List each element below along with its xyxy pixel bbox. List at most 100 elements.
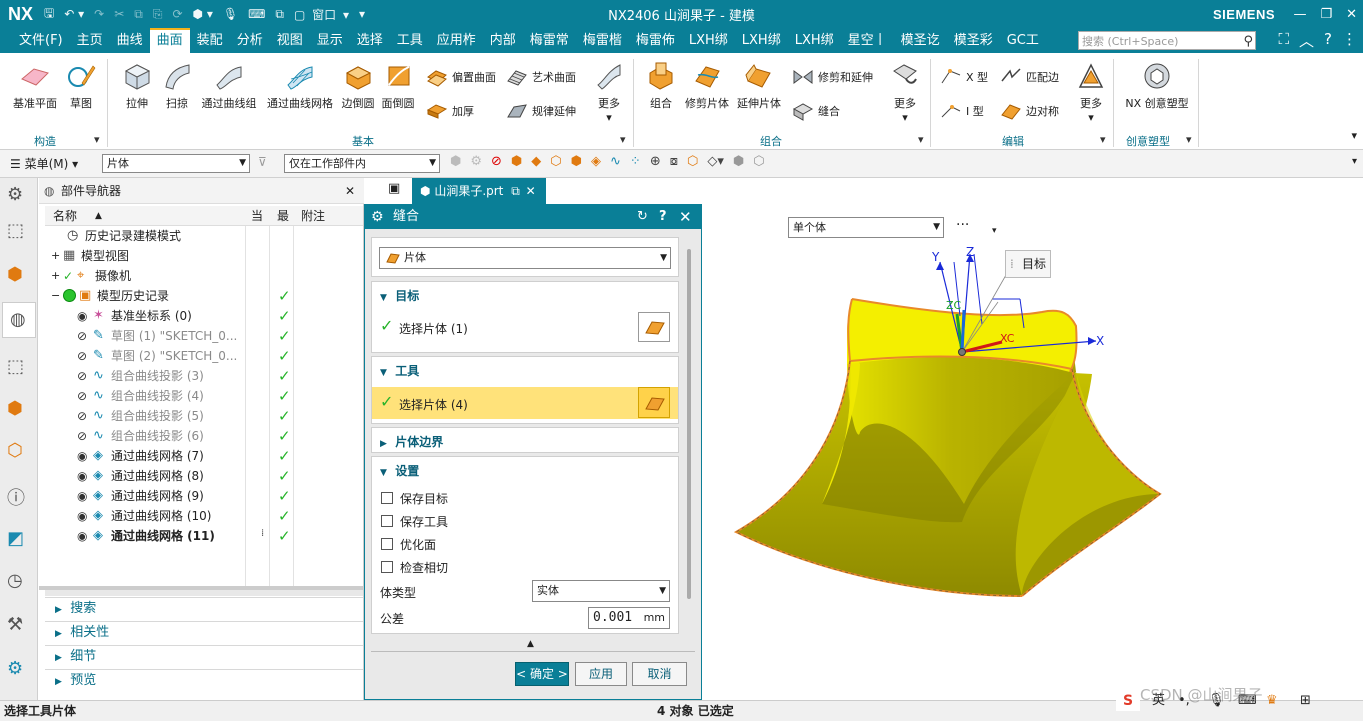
reuse-library-icon[interactable]: ⬚ [7,356,31,380]
sweep-button[interactable]: 扫掠 [162,61,192,111]
tools-icon[interactable]: ⚒ [7,614,31,638]
expand-toggle-icon[interactable]: + [51,266,60,286]
ok-button[interactable]: < 确定 > [515,662,569,686]
tool-select-button[interactable] [638,387,670,418]
scope-select[interactable]: 仅在工作部件内 ▼ [284,154,440,173]
tab-popout-icon[interactable]: ⧉ [511,184,520,198]
unite-button[interactable]: 组合 [644,61,678,111]
select-body-icon[interactable]: ⬢ [450,154,461,169]
navigator-close-icon[interactable]: ✕ [345,178,355,204]
navigator-scrollbar[interactable] [45,590,363,596]
edit-group-dropdown[interactable]: ▾ [1100,133,1106,146]
body-type-select[interactable]: 实体 ▼ [532,580,670,602]
menu-item[interactable]: 选择 [350,28,390,53]
collapse-ribbon-icon[interactable]: ︿ [1299,30,1314,51]
visibility-eye-icon[interactable]: ◉ [77,506,87,526]
menu-item[interactable]: 显示 [310,28,350,53]
menu-item[interactable]: 装配 [190,28,230,53]
trim-sheet-button[interactable]: 修剪片体 [684,61,730,111]
undo-icon[interactable]: ↶ ▾ [61,7,87,21]
menu-item[interactable]: LXH绑 [735,28,788,53]
ime-tools-icon[interactable]: ⊞ [1300,691,1311,711]
tree-row[interactable]: ◉ ◈ 通过曲线网格 (9) ✓ [45,486,363,506]
paste-icon[interactable]: ⎘ [150,7,166,22]
sketch-button[interactable]: 草图 [66,61,96,111]
visibility-eye-icon[interactable]: ◉ [77,446,87,466]
thicken-button[interactable]: 加厚 [426,101,474,121]
section-search[interactable]: ▶ 搜索 [45,597,363,619]
edge-symmetry-button[interactable]: 边对称 [1000,101,1059,121]
combine-group-dropdown[interactable]: ▾ [918,133,924,146]
target-select-label[interactable]: 选择片体 (1) [399,320,468,337]
body-face-icon[interactable]: ⬢ [571,154,582,169]
more-options-icon[interactable]: ⋮ [1342,30,1357,51]
trim-and-extend-button[interactable]: 修剪和延伸 [792,67,873,87]
i-form-button[interactable]: I 型 [940,101,984,121]
switch-window-icon[interactable]: ⧉ [272,7,287,22]
tree-row[interactable]: ◷ 历史记录建模模式 [45,226,363,246]
collapse-dialog-icon[interactable]: ▲ [527,639,534,649]
visibility-eye-icon[interactable]: ⊘ [77,346,87,366]
edge-blend-button[interactable]: 边倒圆 [340,61,376,111]
type-filter-select[interactable]: 片体 ▼ [102,154,250,173]
through-curves-button[interactable]: 通过曲线组 [200,61,258,111]
menu-item[interactable]: 模圣讫 [894,28,947,53]
reset-icon[interactable]: ↻ [637,205,648,229]
tree-row[interactable]: ⊘ ∿ 组合曲线投影 (4) ✓ [45,386,363,406]
menu-item[interactable]: 曲面 [149,28,190,53]
tree-row[interactable]: ⊘ ∿ 组合曲线投影 (6) ✓ [45,426,363,446]
column-name[interactable]: 名称 [53,206,77,226]
graphics-window[interactable]: 单个体 ▼ ··· ▾ Y Z X XC ZC ⁞ 目标 [702,204,1363,700]
visibility-eye-icon[interactable]: ⊘ [77,426,87,446]
sew-button[interactable]: 缝合 [792,101,840,121]
tree-row[interactable]: + ▦ 模型视图 [45,246,363,266]
target-select-button[interactable] [638,312,670,342]
visibility-eye-icon[interactable]: ◉ [77,486,87,506]
keep-tool-checkbox[interactable] [381,515,393,527]
construct-group-dropdown[interactable]: ▾ [94,133,100,146]
basic-group-dropdown[interactable]: ▾ [620,133,626,146]
through-curve-mesh-button[interactable]: 通过曲线网格 [266,61,334,111]
menu-item[interactable]: 主页 [70,28,110,53]
tolerance-input[interactable]: 0.001 mm [588,607,670,629]
history-palette-icon[interactable]: ⓘ [7,484,31,509]
tree-row[interactable]: ⊘ ∿ 组合曲线投影 (3) ✓ [45,366,363,386]
touch-mode-icon[interactable]: ⌨ [245,7,268,21]
clock-icon[interactable]: ◷ [7,570,31,594]
datum-plane-button[interactable]: 基准平面 [10,61,60,111]
tree-row[interactable]: − ▣ 模型历史记录 ✓ [45,286,363,306]
type-select[interactable]: 片体 ▼ [379,247,671,269]
dialog-settings-gear-icon[interactable]: ⚙ [371,205,384,229]
close-icon[interactable]: ✕ [1346,7,1357,22]
command-search-input[interactable]: 搜索 (Ctrl+Space) ⚲ [1078,31,1256,50]
window-menu[interactable]: ▢ 窗口 ▾ [291,6,352,23]
repeat-command-icon[interactable]: ⟳ [169,7,185,21]
web-browser-icon[interactable]: ⬡ [7,440,31,464]
constraint-navigator-icon[interactable]: ⬢ [7,264,31,288]
column-current[interactable]: 当 [251,206,263,226]
fullscreen-icon[interactable]: ⛶ [1279,30,1290,51]
quick-pick-icon[interactable]: ⧇ [670,154,678,169]
studio-surface-button[interactable]: 艺术曲面 [506,67,576,87]
visibility-eye-icon[interactable]: ⊘ [77,326,87,346]
redo-icon[interactable]: ↷ [91,7,107,21]
visibility-eye-icon[interactable]: ⊘ [77,386,87,406]
visibility-eye-icon[interactable]: ⊘ [77,406,87,426]
face-blend-button[interactable]: 面倒圆 [380,61,416,111]
copy-icon[interactable]: ⧉ [131,7,146,22]
tree-row[interactable]: ⊘ ✎ 草图 (2) "SKETCH_0... ✓ [45,346,363,366]
keep-target-checkbox[interactable] [381,492,393,504]
x-form-button[interactable]: X 型 [940,67,988,87]
tree-row[interactable]: ⊘ ∿ 组合曲线投影 (5) ✓ [45,406,363,426]
menu-item[interactable]: 星空丨 [841,28,894,53]
toolbar-options-icon[interactable]: ▾ [1352,156,1357,167]
menu-button[interactable]: ☰ 菜单(M) ▾ [10,155,78,172]
points-icon[interactable]: ⁘ [630,154,641,169]
tree-row[interactable]: ◉ ◈ 通过曲线网格 (11) ✓ [45,526,363,546]
menu-item[interactable]: 分析 [230,28,270,53]
point-snap-icon[interactable]: ◇▾ [707,154,724,169]
nx-realize-shape-button[interactable]: NX 创意塑型 [1122,61,1192,111]
column-comment[interactable]: 附注 [301,206,325,226]
deselect-all-icon[interactable]: ⊘ [491,154,502,169]
menu-item[interactable]: LXH绑 [788,28,841,53]
